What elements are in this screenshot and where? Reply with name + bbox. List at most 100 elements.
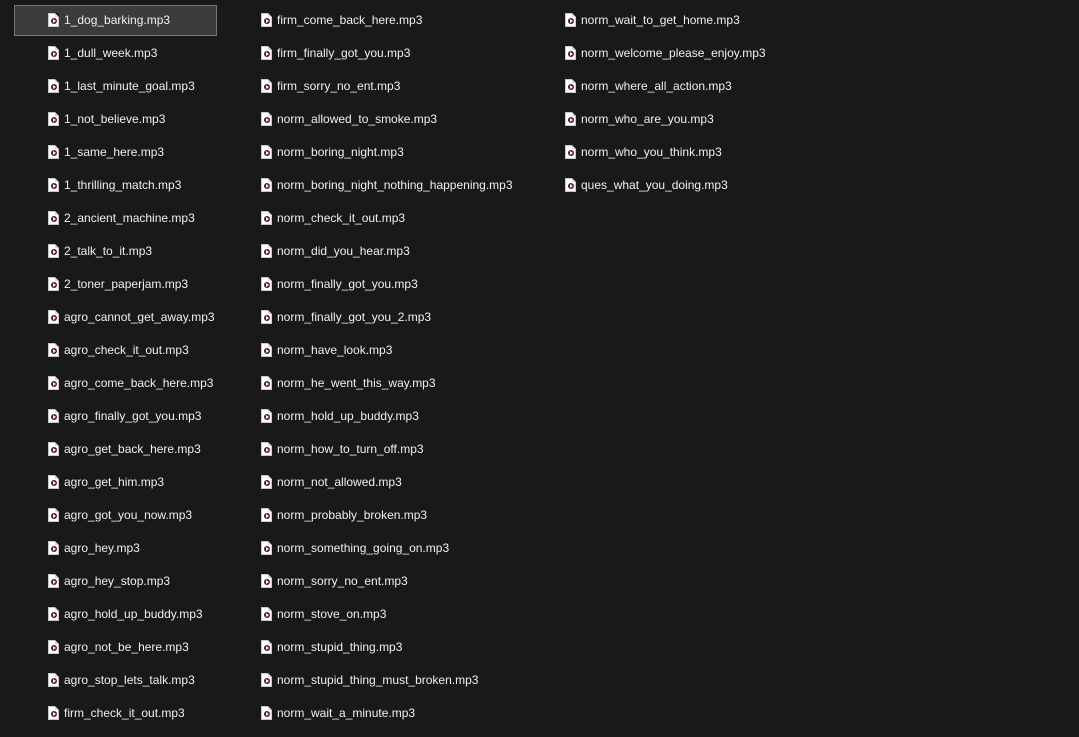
file-name-label: 1_dog_barking.mp3 (64, 13, 171, 27)
file-item[interactable]: norm_wait_a_minute.mp3 (227, 698, 415, 729)
file-item[interactable]: firm_come_back_here.mp3 (227, 5, 422, 36)
file-item[interactable]: norm_stupid_thing_must_broken.mp3 (227, 665, 478, 696)
file-item[interactable]: norm_sorry_no_ent.mp3 (227, 566, 408, 597)
file-name-label: 1_not_believe.mp3 (64, 112, 166, 126)
file-item[interactable]: norm_have_look.mp3 (227, 335, 392, 366)
file-item[interactable]: agro_cannot_get_away.mp3 (14, 302, 217, 333)
file-item[interactable]: 2_talk_to_it.mp3 (14, 236, 217, 267)
file-item[interactable]: norm_who_are_you.mp3 (531, 104, 714, 135)
file-item[interactable]: agro_get_back_here.mp3 (14, 434, 217, 465)
file-item[interactable]: norm_stupid_thing.mp3 (227, 632, 402, 663)
file-item[interactable]: norm_did_you_hear.mp3 (227, 236, 410, 267)
audio-file-icon (261, 508, 272, 522)
file-item[interactable]: agro_come_back_here.mp3 (14, 368, 217, 399)
file-name-label: 1_same_here.mp3 (64, 145, 165, 159)
file-item[interactable]: 2_ancient_machine.mp3 (14, 203, 217, 234)
file-item[interactable]: 1_dog_barking.mp3 (14, 5, 217, 36)
file-item[interactable]: norm_something_going_on.mp3 (227, 533, 449, 564)
file-name-label: norm_stupid_thing_must_broken.mp3 (277, 673, 479, 687)
audio-file-icon (261, 706, 272, 720)
file-item[interactable]: norm_welcome_please_enjoy.mp3 (531, 38, 766, 69)
file-item[interactable]: ques_what_you_doing.mp3 (531, 170, 728, 201)
file-name-label: norm_probably_broken.mp3 (277, 508, 428, 522)
file-item[interactable]: agro_finally_got_you.mp3 (14, 401, 217, 432)
audio-file-icon (48, 475, 59, 489)
file-item[interactable]: norm_finally_got_you_2.mp3 (227, 302, 431, 333)
file-item[interactable]: agro_stop_lets_talk.mp3 (14, 665, 217, 696)
file-name-label: norm_he_went_this_way.mp3 (277, 376, 436, 390)
file-item[interactable]: agro_not_be_here.mp3 (14, 632, 217, 663)
file-name-label: norm_wait_to_get_home.mp3 (581, 13, 740, 27)
file-item[interactable]: firm_finally_got_you.mp3 (227, 38, 410, 69)
audio-file-icon (48, 574, 59, 588)
file-name-label: 2_toner_paperjam.mp3 (64, 277, 189, 291)
file-item[interactable]: 1_same_here.mp3 (14, 137, 217, 168)
file-name-label: agro_check_it_out.mp3 (64, 343, 189, 357)
file-item[interactable]: agro_hold_up_buddy.mp3 (14, 599, 217, 630)
audio-file-icon (261, 607, 272, 621)
file-item[interactable]: norm_stove_on.mp3 (227, 599, 386, 630)
file-item[interactable]: norm_check_it_out.mp3 (227, 203, 405, 234)
file-name-label: 2_talk_to_it.mp3 (64, 244, 153, 258)
audio-file-icon (565, 46, 576, 60)
file-item[interactable]: norm_hold_up_buddy.mp3 (227, 401, 419, 432)
audio-file-icon (48, 343, 59, 357)
file-item[interactable]: agro_get_him.mp3 (14, 467, 217, 498)
file-item[interactable]: firm_check_it_out.mp3 (14, 698, 217, 729)
file-name-label: norm_hold_up_buddy.mp3 (277, 409, 419, 423)
file-name-label: agro_stop_lets_talk.mp3 (64, 673, 195, 687)
file-item[interactable]: firm_sorry_no_ent.mp3 (227, 71, 400, 102)
file-item[interactable]: norm_where_all_action.mp3 (531, 71, 732, 102)
audio-file-icon (261, 112, 272, 126)
file-item[interactable]: 1_not_believe.mp3 (14, 104, 217, 135)
file-item[interactable]: norm_finally_got_you.mp3 (227, 269, 418, 300)
file-name-label: norm_allowed_to_smoke.mp3 (277, 112, 438, 126)
file-column-2: firm_come_back_here.mp3 firm_finally_got_… (227, 5, 513, 731)
file-item[interactable]: norm_allowed_to_smoke.mp3 (227, 104, 437, 135)
file-item[interactable]: 2_toner_paperjam.mp3 (14, 269, 217, 300)
file-item[interactable]: 1_thrilling_match.mp3 (14, 170, 217, 201)
file-name-label: norm_have_look.mp3 (277, 343, 393, 357)
file-item[interactable]: agro_hey_stop.mp3 (14, 566, 217, 597)
file-name-label: norm_where_all_action.mp3 (581, 79, 732, 93)
file-item[interactable]: norm_how_to_turn_off.mp3 (227, 434, 424, 465)
file-item[interactable]: 1_dull_week.mp3 (14, 38, 217, 69)
audio-file-icon (48, 145, 59, 159)
file-name-label: agro_get_him.mp3 (64, 475, 165, 489)
file-name-label: norm_did_you_hear.mp3 (277, 244, 410, 258)
file-item[interactable]: norm_boring_night_nothing_happening.mp3 (227, 170, 513, 201)
file-name-label: agro_hold_up_buddy.mp3 (64, 607, 203, 621)
file-name-label: norm_boring_night_nothing_happening.mp3 (277, 178, 513, 192)
file-name-label: firm_check_it_out.mp3 (64, 706, 185, 720)
file-item[interactable]: norm_boring_night.mp3 (227, 137, 404, 168)
file-item[interactable]: norm_he_went_this_way.mp3 (227, 368, 436, 399)
file-name-label: norm_how_to_turn_off.mp3 (277, 442, 424, 456)
audio-file-icon (261, 244, 272, 258)
file-item[interactable]: norm_not_allowed.mp3 (227, 467, 402, 498)
file-item[interactable]: norm_wait_to_get_home.mp3 (531, 5, 740, 36)
file-name-label: agro_get_back_here.mp3 (64, 442, 201, 456)
audio-file-icon (565, 145, 576, 159)
file-name-label: agro_come_back_here.mp3 (64, 376, 214, 390)
audio-file-icon (48, 79, 59, 93)
file-name-label: norm_finally_got_you.mp3 (277, 277, 418, 291)
file-item[interactable]: 1_last_minute_goal.mp3 (14, 71, 217, 102)
audio-file-icon (48, 640, 59, 654)
file-name-label: norm_who_you_think.mp3 (581, 145, 722, 159)
file-item[interactable]: norm_who_you_think.mp3 (531, 137, 722, 168)
file-name-label: agro_cannot_get_away.mp3 (64, 310, 215, 324)
audio-file-icon (261, 277, 272, 291)
file-column-3: norm_wait_to_get_home.mp3 norm_welcome_pl… (531, 5, 766, 203)
file-name-label: 1_dull_week.mp3 (64, 46, 158, 60)
file-name-label: 1_last_minute_goal.mp3 (64, 79, 195, 93)
audio-file-icon (48, 673, 59, 687)
file-name-label: ques_what_you_doing.mp3 (581, 178, 728, 192)
file-name-label: norm_not_allowed.mp3 (277, 475, 402, 489)
file-name-label: firm_sorry_no_ent.mp3 (277, 79, 401, 93)
file-item[interactable]: agro_hey.mp3 (14, 533, 217, 564)
audio-file-icon (261, 145, 272, 159)
file-name-label: norm_boring_night.mp3 (277, 145, 404, 159)
file-item[interactable]: agro_check_it_out.mp3 (14, 335, 217, 366)
file-item[interactable]: agro_got_you_now.mp3 (14, 500, 217, 531)
file-item[interactable]: norm_probably_broken.mp3 (227, 500, 427, 531)
